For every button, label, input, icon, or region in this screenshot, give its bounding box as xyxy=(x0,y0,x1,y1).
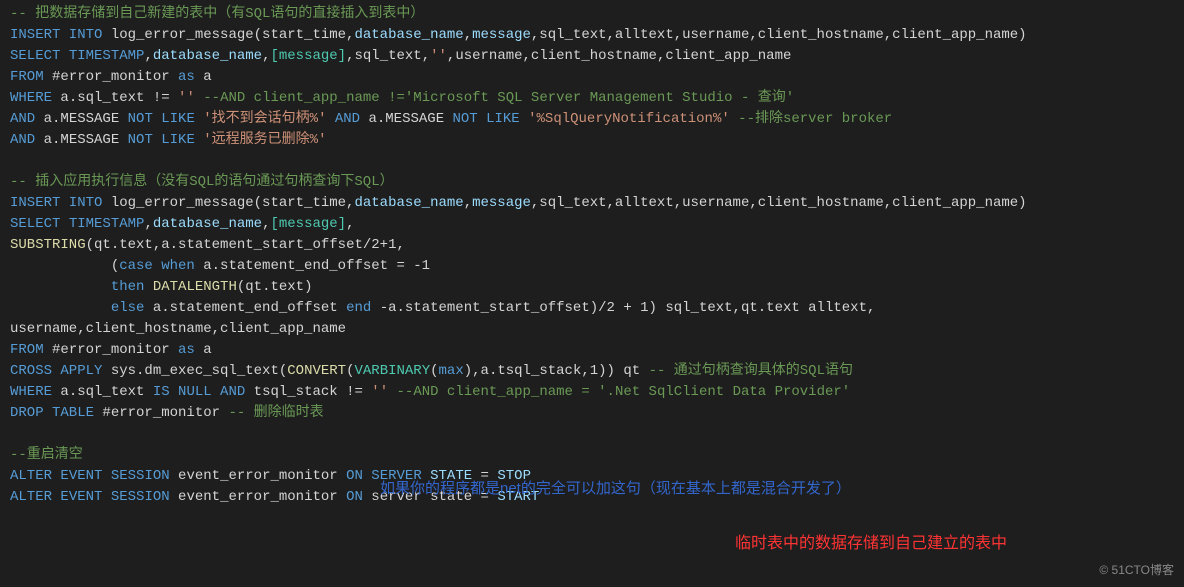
watermark: © 51CTO博客 xyxy=(1099,561,1174,579)
code-line: WHERE a.sql_text IS NULL AND tsql_stack … xyxy=(10,382,1174,403)
code-line: INSERT INTO log_error_message(start_time… xyxy=(10,25,1174,46)
comment: -- 把数据存储到自己新建的表中（有SQL语句的直接插入到表中） xyxy=(10,6,424,22)
code-line: AND a.MESSAGE NOT LIKE '远程服务已删除%' xyxy=(10,130,1174,151)
code-line: SELECT TIMESTAMP,database_name,[message]… xyxy=(10,46,1174,67)
code-line: DROP TABLE #error_monitor -- 删除临时表 xyxy=(10,403,1174,424)
code-line: username,client_hostname,client_app_name xyxy=(10,319,1174,340)
annotation-blue: 如果你的程序都是net的完全可以加这句（现在基本上都是混合开发了） xyxy=(380,478,851,501)
blank-line xyxy=(10,151,1174,172)
annotation-red: 临时表中的数据存储到自己建立的表中 xyxy=(735,532,1007,556)
code-line: (case when a.statement_end_offset = -1 xyxy=(10,256,1174,277)
comment: --重启清空 xyxy=(10,447,83,463)
comment: -- 插入应用执行信息（没有SQL的语句通过句柄查询下SQL） xyxy=(10,174,394,190)
code-line: else a.statement_end_offset end -a.state… xyxy=(10,298,1174,319)
code-line: FROM #error_monitor as a xyxy=(10,340,1174,361)
code-line: WHERE a.sql_text != '' --AND client_app_… xyxy=(10,88,1174,109)
code-line: CROSS APPLY sys.dm_exec_sql_text(CONVERT… xyxy=(10,361,1174,382)
code-line: INSERT INTO log_error_message(start_time… xyxy=(10,193,1174,214)
code-line: SUBSTRING(qt.text,a.statement_start_offs… xyxy=(10,235,1174,256)
code-line: -- 把数据存储到自己新建的表中（有SQL语句的直接插入到表中） xyxy=(10,4,1174,25)
code-line: --重启清空 xyxy=(10,445,1174,466)
code-line: FROM #error_monitor as a xyxy=(10,67,1174,88)
code-line: AND a.MESSAGE NOT LIKE '找不到会话句柄%' AND a.… xyxy=(10,109,1174,130)
blank-line xyxy=(10,424,1174,445)
code-line: SELECT TIMESTAMP,database_name,[message]… xyxy=(10,214,1174,235)
code-line: -- 插入应用执行信息（没有SQL的语句通过句柄查询下SQL） xyxy=(10,172,1174,193)
code-line: then DATALENGTH(qt.text) xyxy=(10,277,1174,298)
